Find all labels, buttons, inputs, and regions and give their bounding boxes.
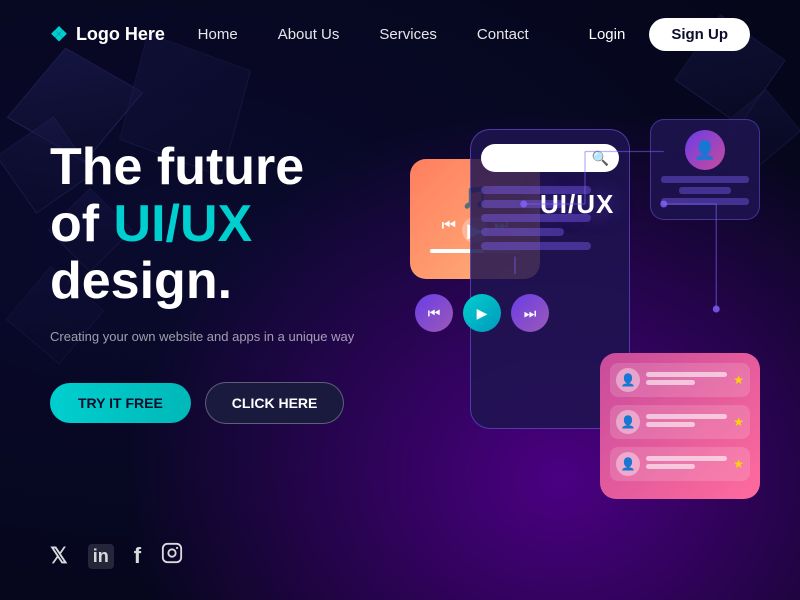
- hero-title-line2: of: [50, 195, 114, 253]
- logo-icon: ❖: [50, 22, 68, 47]
- list-line-2a: [646, 414, 727, 419]
- signup-button[interactable]: Sign Up: [649, 18, 750, 51]
- list-item-2: 👤 ★: [610, 405, 750, 439]
- profile-lines: [661, 176, 749, 209]
- navbar: ❖ Logo Here Home About Us Services Conta…: [0, 0, 800, 69]
- try-free-button[interactable]: TRY IT FREE: [50, 383, 191, 423]
- media-forward-button[interactable]: ⏭: [511, 294, 549, 332]
- linkedin-icon[interactable]: in: [88, 544, 114, 569]
- list-text-3: [646, 456, 727, 472]
- media-rewind-button[interactable]: ⏮: [415, 294, 453, 332]
- nav-link-contact[interactable]: Contact: [477, 26, 529, 43]
- list-card: 👤 ★ 👤 ★ 👤: [600, 353, 760, 499]
- social-icons: 𝕏 in f: [50, 542, 183, 570]
- twitter-icon[interactable]: 𝕏: [50, 543, 68, 569]
- nav-item-services[interactable]: Services: [379, 26, 437, 44]
- list-text-1: [646, 372, 727, 388]
- list-avatar-3: 👤: [616, 452, 640, 476]
- list-line-1a: [646, 372, 727, 377]
- hero-title-highlight: UI/UX: [114, 195, 253, 253]
- hero-section: The future of UI/UX design. Creating you…: [0, 69, 800, 599]
- hero-left: The future of UI/UX design. Creating you…: [50, 109, 390, 504]
- rewind-icon[interactable]: ⏮: [442, 217, 456, 243]
- star-icon-3: ★: [733, 457, 744, 471]
- profile-line-3: [661, 198, 749, 205]
- hero-subtitle: Creating your own website and apps in a …: [50, 327, 390, 347]
- profile-line-2: [679, 187, 732, 194]
- list-line-1b: [646, 380, 695, 385]
- nav-item-contact[interactable]: Contact: [477, 26, 529, 44]
- list-item-3: 👤 ★: [610, 447, 750, 481]
- list-line-2b: [646, 422, 695, 427]
- star-icon-2: ★: [733, 415, 744, 429]
- nav-link-home[interactable]: Home: [198, 26, 238, 43]
- phone-search-bar[interactable]: 🔍: [481, 144, 619, 172]
- media-play-button[interactable]: ▶: [463, 294, 501, 332]
- nav-link-services[interactable]: Services: [379, 26, 437, 43]
- profile-card: 👤: [650, 119, 760, 220]
- search-icon: 🔍: [592, 150, 609, 167]
- nav-actions: Login Sign Up: [589, 18, 750, 51]
- logo[interactable]: ❖ Logo Here: [50, 22, 165, 47]
- hero-title-line1: The future: [50, 138, 304, 196]
- list-line-3a: [646, 456, 727, 461]
- nav-link-about[interactable]: About Us: [278, 26, 340, 43]
- content-line-5: [481, 242, 591, 250]
- logo-text: Logo Here: [76, 24, 165, 45]
- list-line-3b: [646, 464, 695, 469]
- hero-title: The future of UI/UX design.: [50, 139, 390, 311]
- click-here-button[interactable]: CLICK HERE: [205, 382, 345, 424]
- hero-title-line3: design.: [50, 252, 232, 310]
- hero-right: 🎵 ⏮ ▶ ⏭ 🔍: [390, 109, 750, 599]
- star-icon-1: ★: [733, 373, 744, 387]
- mockup-container: 🎵 ⏮ ▶ ⏭ 🔍: [410, 99, 760, 539]
- list-item-1: 👤 ★: [610, 363, 750, 397]
- list-avatar-1: 👤: [616, 368, 640, 392]
- list-text-2: [646, 414, 727, 430]
- profile-line-1: [661, 176, 749, 183]
- nav-item-home[interactable]: Home: [198, 26, 238, 44]
- hero-buttons: TRY IT FREE CLICK HERE: [50, 382, 390, 424]
- media-buttons-row: ⏮ ▶ ⏭: [415, 294, 549, 332]
- facebook-icon[interactable]: f: [134, 543, 141, 569]
- nav-links: Home About Us Services Contact: [198, 26, 529, 44]
- content-line-4: [481, 228, 564, 236]
- avatar: 👤: [685, 130, 725, 170]
- uiux-label: UI/UX: [540, 189, 614, 220]
- list-avatar-2: 👤: [616, 410, 640, 434]
- nav-item-about[interactable]: About Us: [278, 26, 340, 44]
- login-button[interactable]: Login: [589, 26, 626, 43]
- instagram-icon[interactable]: [161, 542, 183, 570]
